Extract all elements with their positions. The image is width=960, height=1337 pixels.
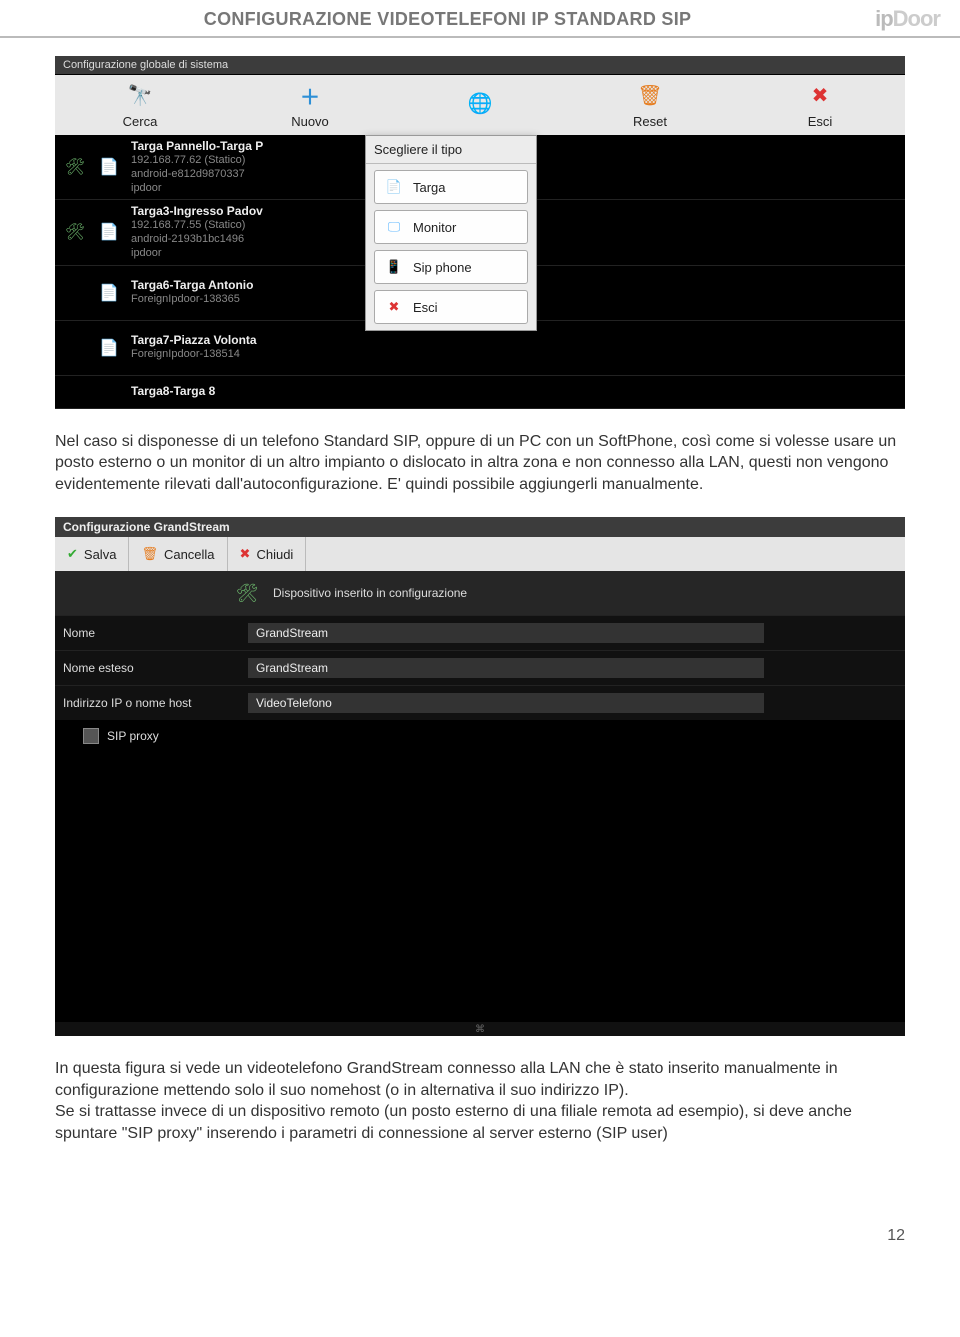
panel-icon: 📄: [383, 176, 405, 198]
field-value[interactable]: GrandStream: [248, 658, 764, 678]
toolbar-label: Reset: [633, 114, 667, 129]
toolbar-label: Chiudi: [256, 547, 293, 562]
close-icon: ✖: [806, 82, 834, 110]
toolbar-label: Cerca: [123, 114, 158, 129]
window-title: Configurazione globale di sistema: [55, 56, 905, 75]
trash-icon: 🗑: [141, 546, 158, 562]
field-value[interactable]: GrandStream: [248, 623, 764, 643]
search-button[interactable]: 🔭 Cerca: [55, 75, 225, 135]
trash-icon: 🗑: [636, 82, 664, 110]
paragraph-2: In questa figura si vede un videotelefon…: [55, 1058, 905, 1144]
wrench-icon: 🛠: [63, 220, 87, 244]
toolbar: 🔭 Cerca ＋ Nuovo 🌐 🗑 Reset ✖ Esci: [55, 75, 905, 135]
page-number: 12: [0, 1207, 960, 1275]
form-row-nome-esteso: Nome esteso GrandStream: [55, 650, 905, 685]
field-label: Indirizzo IP o nome host: [63, 696, 248, 710]
wrench-icon: 🛠: [63, 155, 87, 179]
monitor-icon: 🖵: [383, 216, 405, 238]
reset-button[interactable]: 🗑 Reset: [565, 75, 735, 135]
config-header-text: Dispositivo inserito in configurazione: [273, 586, 467, 600]
document-icon: 📄: [97, 336, 121, 360]
new-button[interactable]: ＋ Nuovo: [225, 75, 395, 135]
wrench-icon: 🛠: [233, 579, 261, 607]
popup-title: Scegliere il tipo: [366, 136, 536, 164]
close-icon: ✖: [240, 546, 251, 562]
close-icon: ✖: [383, 296, 405, 318]
check-icon: ✔: [67, 546, 78, 562]
globe-button[interactable]: 🌐: [395, 75, 565, 135]
toolbar: ✔ Salva 🗑 Cancella ✖ Chiudi: [55, 537, 905, 571]
page-title: CONFIGURAZIONE VIDEOTELEFONI IP STANDARD…: [20, 9, 875, 30]
delete-button[interactable]: 🗑 Cancella: [129, 537, 227, 571]
device-title: Targa8-Targa 8: [131, 384, 897, 399]
popup-option-sipphone[interactable]: 📱 Sip phone: [374, 250, 528, 284]
popup-option-targa[interactable]: 📄 Targa: [374, 170, 528, 204]
popup-label: Monitor: [413, 220, 456, 235]
empty-area: [55, 752, 905, 1022]
device-list: 🛠 📄 Targa Pannello-Targa P 192.168.77.62…: [55, 135, 905, 409]
toolbar-label: Nuovo: [291, 114, 329, 129]
save-button[interactable]: ✔ Salva: [55, 537, 129, 571]
phone-icon: 📱: [383, 256, 405, 278]
type-popup: Scegliere il tipo 📄 Targa 🖵 Monitor 📱 Si…: [365, 135, 537, 331]
field-label: Nome: [63, 626, 248, 640]
field-value[interactable]: VideoTelefono: [248, 693, 764, 713]
toolbar-label: Cancella: [164, 547, 215, 562]
toolbar-label: Salva: [84, 547, 117, 562]
toolbar-label: Esci: [808, 114, 833, 129]
checkbox-label: SIP proxy: [107, 729, 159, 743]
brand-logo: ipDoor: [875, 6, 940, 32]
device-row[interactable]: Targa8-Targa 8: [55, 376, 905, 409]
paragraph-1: Nel caso si disponesse di un telefono St…: [55, 431, 905, 496]
sip-proxy-row[interactable]: SIP proxy: [55, 720, 905, 752]
document-icon: 📄: [97, 220, 121, 244]
device-host: ForeignIpdoor-138514: [131, 348, 897, 362]
exit-button[interactable]: ✖ Esci: [735, 75, 905, 135]
document-icon: 📄: [97, 155, 121, 179]
close-button[interactable]: ✖ Chiudi: [228, 537, 307, 571]
form-row-nome: Nome GrandStream: [55, 615, 905, 650]
popup-label: Sip phone: [413, 260, 472, 275]
page-header: CONFIGURAZIONE VIDEOTELEFONI IP STANDARD…: [0, 0, 960, 38]
popup-option-exit[interactable]: ✖ Esci: [374, 290, 528, 324]
config-header-row: 🛠 Dispositivo inserito in configurazione: [55, 571, 905, 615]
resize-grip: ⌘: [55, 1022, 905, 1036]
plus-icon: ＋: [296, 82, 324, 110]
globe-icon: 🌐: [466, 89, 494, 117]
document-icon: 📄: [97, 281, 121, 305]
window-title: Configurazione GrandStream: [55, 517, 905, 537]
screenshot-global-config: Configurazione globale di sistema 🔭 Cerc…: [55, 56, 905, 409]
device-title: Targa7-Piazza Volonta: [131, 333, 897, 348]
popup-option-monitor[interactable]: 🖵 Monitor: [374, 210, 528, 244]
popup-label: Targa: [413, 180, 446, 195]
screenshot-grandstream-config: Configurazione GrandStream ✔ Salva 🗑 Can…: [55, 517, 905, 1036]
form-row-ip: Indirizzo IP o nome host VideoTelefono: [55, 685, 905, 720]
field-label: Nome esteso: [63, 661, 248, 675]
popup-label: Esci: [413, 300, 438, 315]
checkbox-icon[interactable]: [83, 728, 99, 744]
binoculars-icon: 🔭: [126, 82, 154, 110]
